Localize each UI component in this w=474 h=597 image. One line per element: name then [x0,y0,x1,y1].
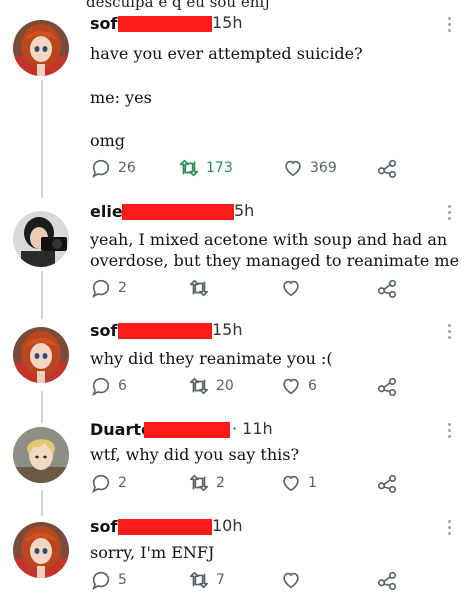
avatar[interactable] [13,427,69,483]
reply-count: 6 [118,378,127,394]
reply-count: 2 [118,280,127,296]
tweet-text: sorry, I'm ENFJ [90,543,215,562]
more-vertical-icon[interactable] [448,423,452,441]
retweet-button[interactable]: 173 [178,157,233,179]
author-name[interactable]: sof [90,321,117,340]
reply-icon [90,569,112,591]
avatar[interactable] [13,327,69,383]
more-vertical-icon[interactable] [448,520,452,538]
more-vertical-icon[interactable] [448,205,452,223]
author-name[interactable]: sof [90,517,117,536]
like-button[interactable]: 1 [280,472,317,494]
retweet-icon [188,375,210,397]
tweet-text-line: me: yes [90,88,152,107]
more-vertical-icon[interactable] [448,17,452,35]
thread-line [41,271,43,319]
tweet-text-line: have you ever attempted suicide? [90,44,363,63]
avatar[interactable] [13,211,69,267]
share-icon [376,472,398,494]
redaction-bar [118,519,212,535]
reply-button[interactable]: 5 [90,569,127,591]
redaction-bar [144,422,230,438]
reply-icon [90,472,112,494]
like-count: 369 [310,160,337,176]
share-button[interactable] [376,472,398,494]
share-button[interactable] [376,569,398,591]
timestamp[interactable]: · 11h [232,419,273,438]
author-name[interactable]: sof [90,14,117,33]
avatar[interactable] [13,522,69,578]
retweet-count: 20 [216,378,234,394]
like-button[interactable]: 6 [280,375,317,397]
reply-button[interactable]: 2 [90,277,127,299]
retweet-button[interactable]: 7 [188,569,225,591]
share-icon [376,157,398,179]
retweet-icon [188,472,210,494]
share-button[interactable] [376,157,398,179]
retweet-button[interactable]: 2 [188,472,225,494]
redaction-bar [118,16,212,32]
reply-icon [90,375,112,397]
retweet-button[interactable]: 20 [188,375,234,397]
thread-line [41,490,43,516]
share-icon [376,569,398,591]
heart-icon [280,472,302,494]
author-name[interactable]: Duarte [90,420,152,439]
tweet-text-line: omg [90,131,126,150]
reply-icon [90,157,112,179]
action-bar: 26 173 369 [90,157,450,179]
like-button[interactable]: 369 [282,157,337,179]
like-count: 6 [308,378,317,394]
share-button[interactable] [376,375,398,397]
more-vertical-icon[interactable] [448,324,452,342]
thread-line [41,391,43,423]
action-bar: 2 2 1 [90,472,450,494]
action-bar: 2 [90,277,450,299]
timestamp[interactable]: 15h [212,13,243,32]
avatar[interactable] [13,20,69,76]
reply-button[interactable]: 26 [90,157,136,179]
heart-icon [280,569,302,591]
heart-icon [282,157,304,179]
reply-button[interactable]: 6 [90,375,127,397]
tweet-text: yeah, I mixed acetone with soup and had … [90,230,460,270]
retweet-icon [178,157,200,179]
tweet-text: why did they reanimate you :( [90,349,333,368]
heart-icon [280,375,302,397]
share-icon [376,375,398,397]
like-button[interactable] [280,569,308,591]
tweet-text: wtf, why did you say this? [90,445,300,464]
share-icon [376,277,398,299]
retweet-count: 173 [206,160,233,176]
retweet-icon [188,277,210,299]
action-bar: 5 7 [90,569,450,591]
reply-count: 26 [118,160,136,176]
retweet-button[interactable] [188,277,216,299]
retweet-count: 2 [216,475,225,491]
heart-icon [280,277,302,299]
retweet-count: 7 [216,572,225,588]
action-bar: 6 20 6 [90,375,450,397]
reply-icon [90,277,112,299]
timestamp[interactable]: 10h [212,516,243,535]
reply-count: 5 [118,572,127,588]
cut-off-previous-text: desculpa é q eu sou enfj [86,0,270,11]
thread-line [41,80,43,198]
retweet-icon [188,569,210,591]
reply-count: 2 [118,475,127,491]
reply-button[interactable]: 2 [90,472,127,494]
like-button[interactable] [280,277,308,299]
redaction-bar [122,204,234,220]
like-count: 1 [308,475,317,491]
share-button[interactable] [376,277,398,299]
timestamp[interactable]: 15h [212,320,243,339]
timestamp[interactable]: 5h [234,201,254,220]
redaction-bar [118,323,212,339]
author-name[interactable]: elie [90,202,123,221]
